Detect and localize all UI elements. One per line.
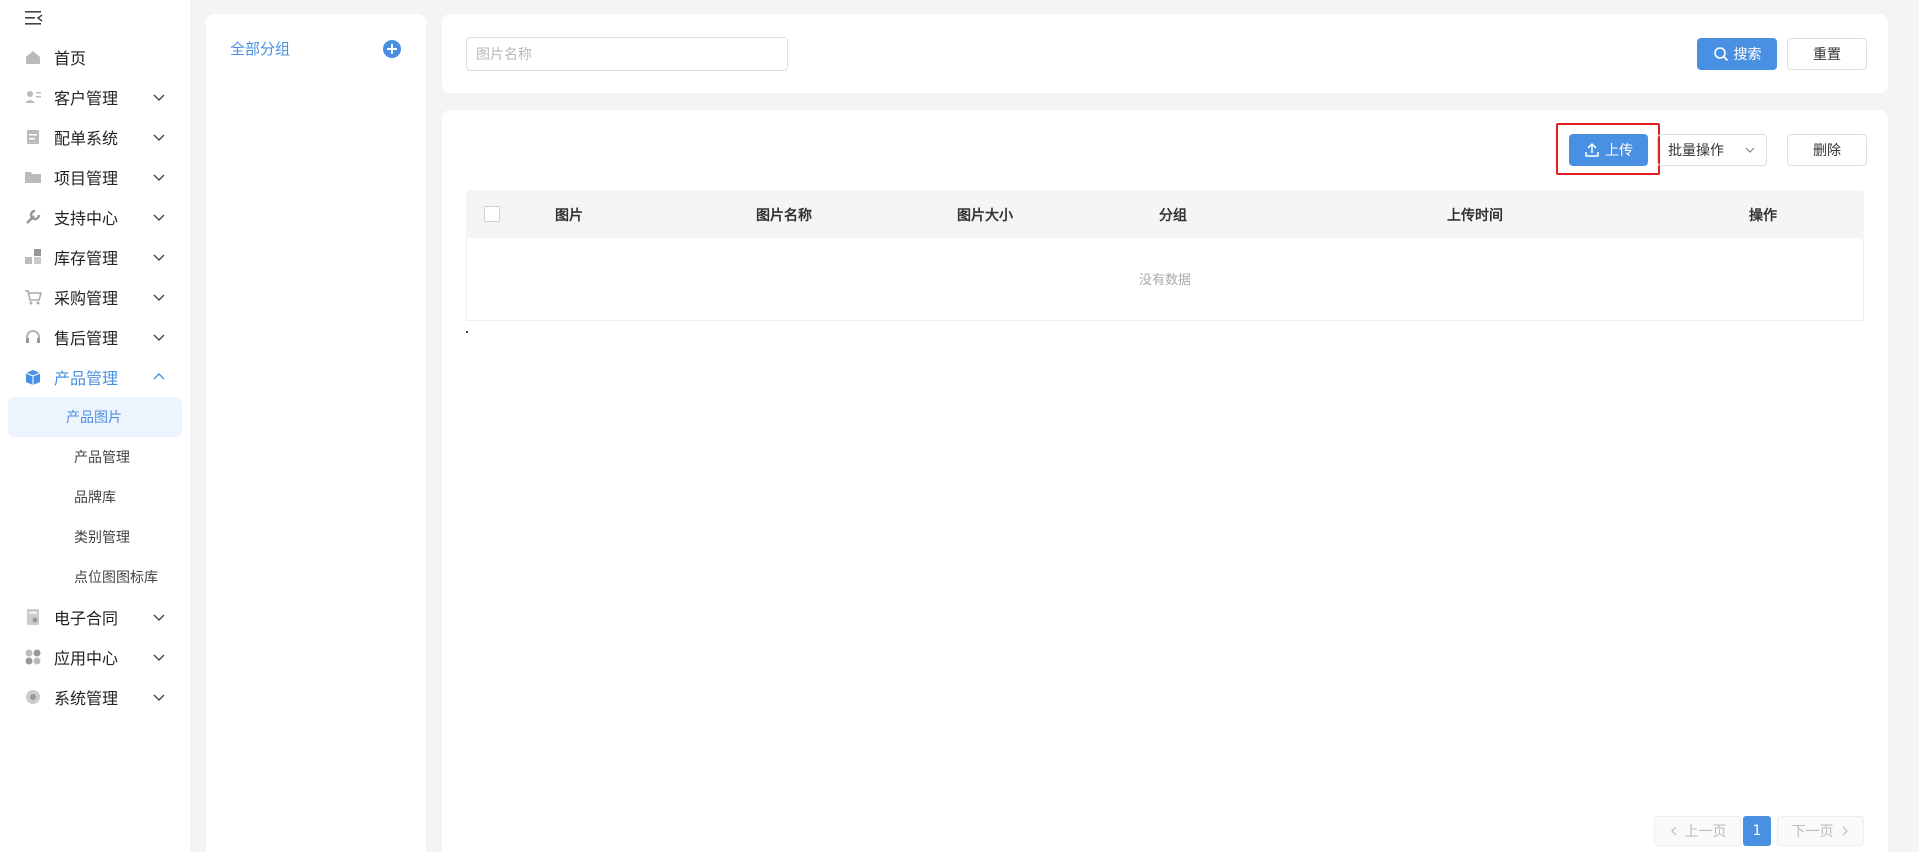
chevron-down-icon [152, 689, 166, 703]
contract-icon [24, 608, 42, 626]
sidebar-item-10[interactable]: 应用中心 [0, 637, 190, 677]
product-box-icon [24, 368, 42, 386]
folder-icon [24, 168, 42, 186]
table-body: 没有数据 [466, 238, 1864, 321]
table-header: 图片 图片名称 图片大小 分组 上传时间 操作 [466, 190, 1864, 238]
sidebar: 首页 客户管理 配单系统 项目管理 支持中心 库存管理 采购管理 售后管理 产品管理 产品图片 产品… [0, 0, 190, 852]
delete-button[interactable]: 删除 [1787, 134, 1867, 166]
column-header-group: 分组 [1159, 208, 1187, 224]
column-header-upload-time: 上传时间 [1447, 208, 1503, 224]
chevron-down-icon [152, 289, 166, 303]
search-button-label: 搜索 [1733, 47, 1762, 63]
chevron-down-icon [152, 169, 166, 183]
sidebar-item-7[interactable]: 售后管理 [0, 317, 190, 357]
stray-dot [466, 331, 468, 333]
sidebar-item-label: 系统管理 [54, 689, 119, 708]
sidebar-item-6[interactable]: 采购管理 [0, 277, 190, 317]
sidebar-item-label: 采购管理 [54, 289, 119, 308]
menu-collapse-icon[interactable] [24, 9, 44, 27]
sidebar-item-label: 售后管理 [54, 329, 119, 348]
page-number-button[interactable]: 1 [1743, 816, 1771, 846]
sidebar-item-label: 项目管理 [54, 169, 119, 188]
group-panel: 全部分组 [206, 14, 426, 852]
sidebar-item-9[interactable]: 电子合同 [0, 597, 190, 637]
chevron-right-icon [1842, 826, 1848, 836]
column-header-image-size: 图片大小 [957, 208, 1013, 224]
chevron-down-icon [152, 89, 166, 103]
group-all[interactable]: 全部分组 [230, 38, 290, 59]
image-name-search-input[interactable] [466, 37, 788, 71]
sidebar-item-label: 库存管理 [54, 249, 119, 268]
chevron-down-icon [152, 249, 166, 263]
chevron-up-icon [152, 369, 166, 383]
search-panel: 搜索 重置 [442, 14, 1888, 93]
upload-button-label: 上传 [1605, 143, 1633, 159]
sidebar-subitem-2[interactable]: 品牌库 [8, 477, 182, 517]
empty-text: 没有数据 [1138, 273, 1191, 288]
next-page-button[interactable]: 下一页 [1777, 816, 1864, 846]
chevron-down-icon [152, 129, 166, 143]
sidebar-item-label: 配单系统 [54, 129, 119, 148]
sidebar-item-3[interactable]: 项目管理 [0, 157, 190, 197]
sidebar-item-label: 应用中心 [54, 649, 119, 668]
search-button[interactable]: 搜索 [1697, 38, 1777, 70]
sidebar-subitem-3[interactable]: 类别管理 [8, 517, 182, 557]
sidebar-item-4[interactable]: 支持中心 [0, 197, 190, 237]
order-icon [24, 128, 42, 146]
prev-page-button[interactable]: 上一页 [1654, 816, 1741, 846]
batch-actions-label: 批量操作 [1668, 143, 1724, 159]
column-header-image: 图片 [555, 208, 583, 224]
sidebar-subitem-0[interactable]: 产品图片 [8, 397, 182, 437]
chevron-down-icon [152, 649, 166, 663]
sidebar-subitem-1[interactable]: 产品管理 [8, 437, 182, 477]
search-icon [1713, 47, 1728, 62]
column-header-actions: 操作 [1749, 208, 1777, 224]
wrench-icon [24, 208, 42, 226]
sidebar-item-1[interactable]: 客户管理 [0, 77, 190, 117]
headset-icon [24, 328, 42, 346]
sidebar-item-label: 首页 [54, 49, 87, 68]
sidebar-item-0[interactable]: 首页 [0, 37, 190, 77]
sidebar-item-8[interactable]: 产品管理 [0, 357, 190, 397]
sidebar-item-2[interactable]: 配单系统 [0, 117, 190, 157]
chevron-down-icon [1745, 147, 1755, 153]
sidebar-item-11[interactable]: 系统管理 [0, 677, 190, 717]
chevron-down-icon [152, 609, 166, 623]
sidebar-nav: 首页 客户管理 配单系统 项目管理 支持中心 库存管理 采购管理 售后管理 产品管理 产品图片 产品… [0, 37, 190, 717]
apps-icon [24, 648, 42, 666]
image-table: 图片 图片名称 图片大小 分组 上传时间 操作 没有数据 [466, 190, 1864, 321]
sidebar-subitem-4[interactable]: 点位图图标库 [8, 557, 182, 597]
sidebar-item-5[interactable]: 库存管理 [0, 237, 190, 277]
settings-icon [24, 688, 42, 706]
chevron-down-icon [152, 329, 166, 343]
prev-page-label: 上一页 [1684, 824, 1727, 840]
column-header-image-name: 图片名称 [756, 208, 812, 224]
reset-button[interactable]: 重置 [1787, 38, 1867, 70]
sidebar-item-label: 电子合同 [54, 609, 119, 628]
inventory-icon [24, 248, 42, 266]
delete-button-label: 删除 [1813, 143, 1841, 159]
chevron-down-icon [152, 209, 166, 223]
reset-button-label: 重置 [1813, 47, 1841, 63]
batch-actions-select[interactable]: 批量操作 [1657, 134, 1767, 166]
main-panel: 上传 批量操作 删除 图片 图片名称 图片大小 分组 上传时间 操作 没有数据 … [442, 110, 1888, 852]
next-page-label: 下一页 [1791, 824, 1834, 840]
sidebar-item-label: 客户管理 [54, 89, 119, 108]
select-all-checkbox[interactable] [484, 206, 500, 222]
add-group-icon[interactable] [383, 40, 401, 58]
customer-icon [24, 88, 42, 106]
upload-button[interactable]: 上传 [1569, 134, 1648, 166]
chevron-left-icon [1670, 826, 1676, 836]
sidebar-item-label: 产品管理 [54, 369, 119, 388]
cart-icon [24, 288, 42, 306]
home-icon [24, 48, 42, 66]
sidebar-item-label: 支持中心 [54, 209, 119, 228]
upload-icon [1585, 142, 1599, 157]
